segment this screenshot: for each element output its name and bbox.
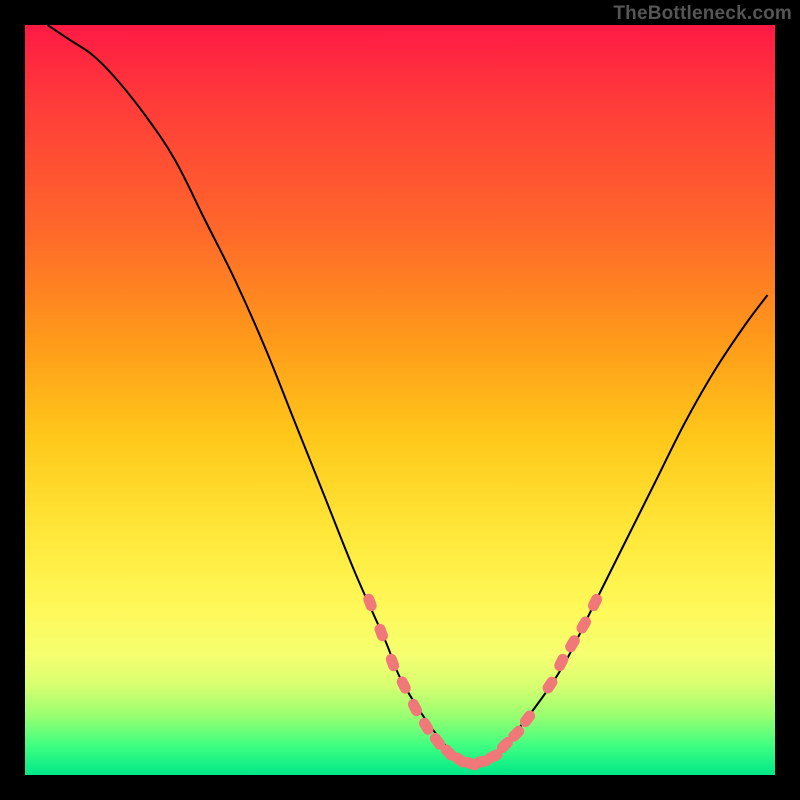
marker-dot <box>395 674 413 695</box>
marker-dot <box>373 622 390 643</box>
marker-dot <box>552 652 570 673</box>
marker-layer <box>362 592 604 772</box>
plot-area <box>25 25 775 775</box>
chart-frame: TheBottleneck.com <box>0 0 800 800</box>
marker-dot <box>384 652 401 673</box>
chart-svg <box>25 25 775 775</box>
marker-dot <box>586 592 604 613</box>
curve-layer <box>48 25 768 768</box>
curve-path <box>48 25 768 768</box>
watermark-text: TheBottleneck.com <box>613 3 792 25</box>
marker-dot <box>574 614 593 635</box>
